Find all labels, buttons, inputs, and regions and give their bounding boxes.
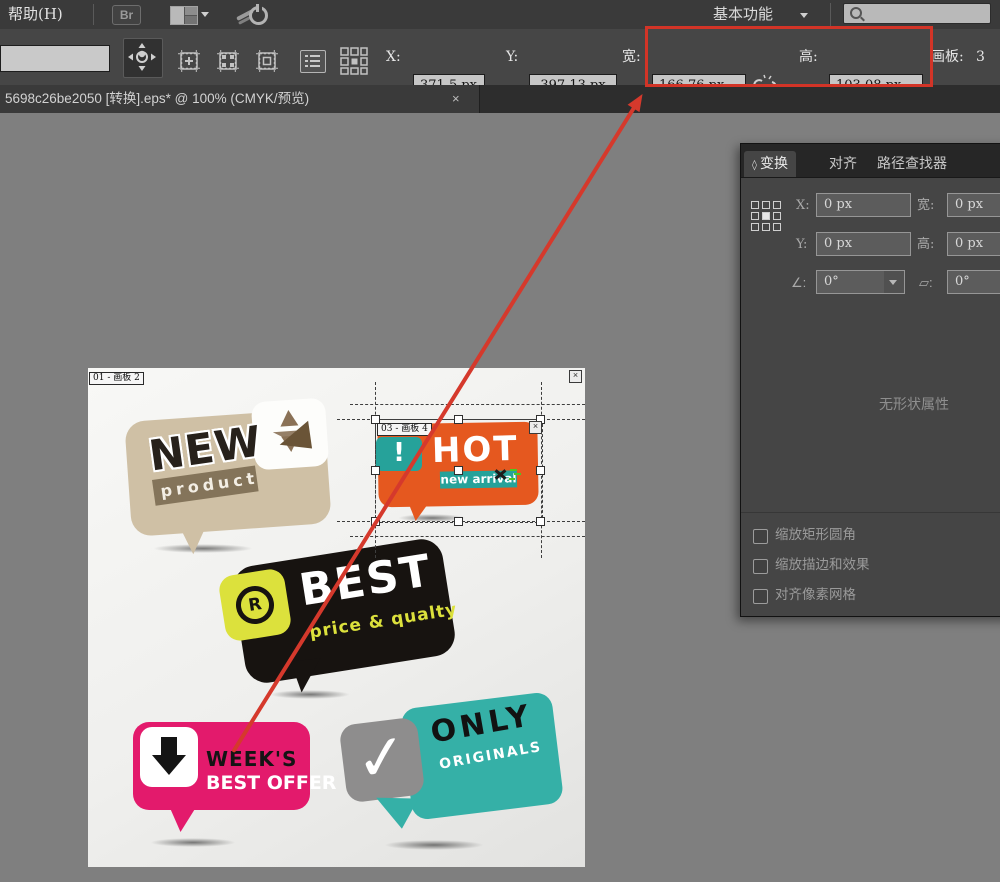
panel-shear-field[interactable]: 0°	[947, 270, 1000, 294]
artboard-count-label: 画板:	[931, 29, 964, 85]
selected-artboard-label[interactable]: 03 - 画板 4	[377, 423, 432, 436]
panel-x-label: X:	[796, 194, 810, 218]
x-label: X:	[386, 29, 401, 85]
panel-divider	[741, 512, 1000, 513]
selection-handle[interactable]	[454, 415, 463, 424]
document-close-icon[interactable]: ×	[452, 85, 460, 113]
selection-crop-mark	[350, 404, 585, 405]
document-tab[interactable]: 5698c26be2050 [转换].eps* @ 100% (CMYK/预览)…	[0, 85, 480, 113]
sticker-weeks-title: WEEK'S	[206, 747, 297, 771]
down-arrow-icon	[161, 737, 177, 755]
workspace-switcher[interactable]: 基本功能	[713, 0, 773, 29]
checkbox-align-pixel-grid[interactable]	[753, 589, 768, 604]
checkmark-icon: ✓	[339, 717, 425, 800]
panel-height-field[interactable]: 0 px	[947, 232, 1000, 256]
artboard-options-icon[interactable]	[254, 48, 280, 74]
selection-handle[interactable]	[371, 466, 380, 475]
panel-tab-bar: ◊变换 对齐 路径查找器	[741, 144, 1000, 178]
checkbox-scale-corners-label: 缩放矩形圆角	[775, 528, 856, 543]
checkbox-scale-strokes-effects-label: 缩放描边和效果	[775, 558, 870, 573]
sticker-best-badge: R	[217, 567, 293, 643]
registered-mark-icon: R	[233, 583, 276, 626]
selection-handle[interactable]	[536, 517, 545, 526]
sticker-weeks-badge	[140, 727, 198, 787]
bridge-button[interactable]: Br	[112, 5, 141, 25]
sticker-best-shadow	[270, 690, 350, 699]
menubar-separator	[93, 4, 94, 25]
move-gizmo-icon	[124, 39, 160, 75]
panel-height-label: 高:	[917, 233, 934, 257]
panel-collapse-icon[interactable]: ◊	[752, 160, 757, 171]
reference-point-icon[interactable]	[751, 201, 783, 233]
sticker-only-shadow	[384, 840, 484, 850]
sticker-weeks-subtitle: BEST OFFER	[206, 772, 336, 794]
transform-panel: ◊变换 对齐 路径查找器 X: 0 px 宽: 0 px Y: 0 px 高: …	[740, 143, 1000, 617]
checkbox-align-pixel-grid-label: 对齐像素网格	[775, 588, 856, 603]
artboard-close-icon[interactable]: ×	[569, 370, 582, 383]
shear-icon: ▱:	[919, 271, 933, 295]
y-label: Y:	[506, 29, 518, 85]
sticker-only-badge: ✓	[339, 717, 426, 804]
tab-transform[interactable]: ◊变换	[744, 151, 796, 177]
panel-width-label: 宽:	[917, 194, 934, 218]
panel-y-label: Y:	[796, 233, 807, 257]
panel-y-field[interactable]: 0 px	[816, 232, 911, 256]
document-title: 5698c26be2050 [转换].eps* @ 100% (CMYK/预览)	[5, 85, 309, 113]
illustrator-window: 帮助(H) Br 基本功能	[0, 0, 1000, 882]
artboard-list-icon[interactable]	[300, 50, 326, 73]
artboard-preset-portrait-icon[interactable]	[215, 48, 241, 74]
artboard-name-input[interactable]	[0, 45, 110, 72]
tab-pathfinder[interactable]: 路径查找器	[869, 151, 955, 177]
panel-x-field[interactable]: 0 px	[816, 193, 911, 217]
panel-rotate-field[interactable]: 0°	[816, 270, 891, 294]
rearrange-artboards-icon[interactable]	[339, 46, 369, 76]
rotate-dropdown-button[interactable]	[884, 270, 905, 294]
sticker-new-shadow	[153, 544, 253, 553]
selection-handle[interactable]	[454, 517, 463, 526]
search-input[interactable]	[843, 3, 991, 24]
checkbox-scale-strokes-effects[interactable]	[753, 559, 768, 574]
artboard-count-value: 3	[976, 29, 985, 85]
artboard-label[interactable]: 01 - 画板 2	[89, 372, 144, 385]
artboard-preset-landscape-icon[interactable]	[176, 48, 202, 74]
menu-help[interactable]: 帮助(H)	[8, 0, 63, 29]
tab-align[interactable]: 对齐	[821, 151, 865, 177]
width-label: 宽:	[622, 29, 641, 85]
rotate-icon: ∠:	[791, 271, 806, 295]
panel-width-field[interactable]: 0 px	[947, 193, 1000, 217]
arrange-documents-caret-icon[interactable]	[201, 12, 209, 17]
selection-handle[interactable]	[454, 466, 463, 475]
arrange-documents-icon[interactable]	[170, 6, 198, 25]
workspace-caret-icon[interactable]	[800, 13, 808, 18]
selection-handle[interactable]	[536, 466, 545, 475]
cs-live-icon[interactable]	[236, 4, 270, 26]
checkbox-scale-corners[interactable]	[753, 529, 768, 544]
move-artboard-button[interactable]	[123, 38, 163, 78]
sticker-weeks-shadow	[150, 838, 236, 847]
menubar-separator-2	[830, 3, 831, 26]
annotation-highlight-rect	[645, 26, 933, 87]
search-icon	[850, 7, 862, 19]
no-shape-properties-text: 无形状属性	[741, 394, 1000, 414]
document-tab-bar: 5698c26be2050 [转换].eps* @ 100% (CMYK/预览)…	[0, 85, 1000, 113]
selected-artboard-close-icon[interactable]: ×	[529, 421, 542, 434]
selection-crop-mark	[350, 536, 585, 537]
